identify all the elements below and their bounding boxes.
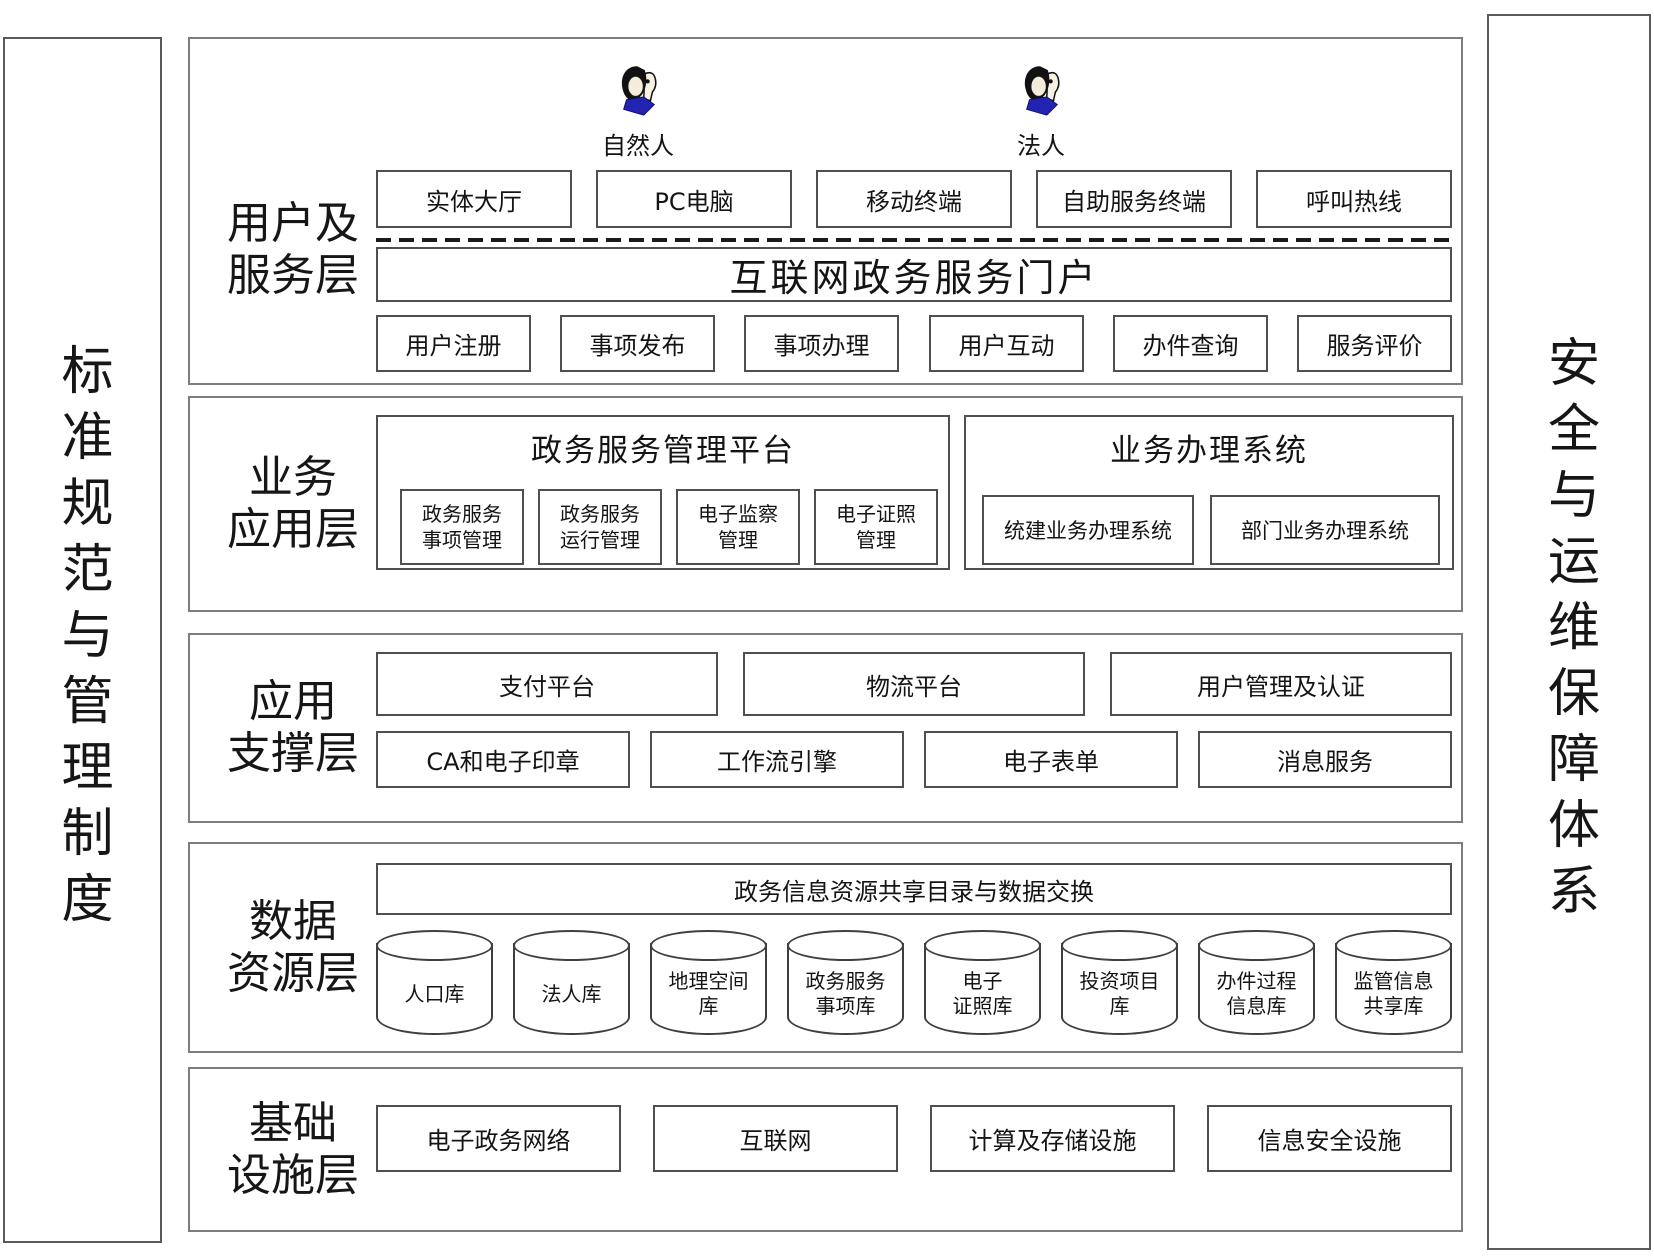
module-e-license-mgmt: 电子证照 管理 [814, 489, 938, 565]
support-payment-platform: 支付平台 [376, 652, 718, 716]
layer-data-resource: 数据 资源层 政务信息资源共享目录与数据交换 人口库 法人库 地理空间 库 政务… [188, 842, 1463, 1053]
infra-internet: 互联网 [653, 1105, 898, 1172]
group-gov-service-platform-title: 政务服务管理平台 [378, 425, 948, 470]
database-geospatial: 地理空间 库 [650, 943, 767, 1035]
module-service-operation-mgmt: 政务服务 运行管理 [538, 489, 662, 565]
support-ca-eseal: CA和电子印章 [376, 731, 630, 788]
function-user-register: 用户注册 [376, 315, 531, 372]
person-icon [1018, 64, 1064, 124]
left-sidebar-standards: 标准规范与管理制度 [3, 37, 162, 1243]
function-user-interact: 用户互动 [929, 315, 1084, 372]
internet-portal-bar: 互联网政务服务门户 [376, 247, 1452, 302]
actor-natural-person-label: 自然人 [602, 126, 674, 161]
architecture-diagram: 标准规范与管理制度 安全与运维保障体系 用户及 服务层 自然人 [0, 0, 1654, 1260]
layer-infrastructure-label: 基础 设施层 [198, 1069, 388, 1230]
group-business-systems: 业务办理系统 统建业务办理系统 部门业务办理系统 [964, 415, 1454, 570]
left-sidebar-title: 标准规范与管理制度 [45, 343, 120, 937]
database-e-license: 电子 证照库 [924, 943, 1041, 1035]
actor-natural-person: 自然人 [578, 64, 698, 161]
right-sidebar-title: 安全与运维保障体系 [1532, 335, 1607, 929]
right-sidebar-security-ops: 安全与运维保障体系 [1487, 14, 1651, 1250]
database-case-process-info: 办件过程 信息库 [1198, 943, 1315, 1035]
channel-pc: PC电脑 [596, 170, 792, 228]
support-logistics-platform: 物流平台 [743, 652, 1085, 716]
layer-infrastructure: 基础 设施层 电子政务网络 互联网 计算及存储设施 信息安全设施 [188, 1067, 1463, 1232]
module-service-item-mgmt: 政务服务 事项管理 [400, 489, 524, 565]
group-business-systems-title: 业务办理系统 [966, 425, 1452, 470]
layer-user-service: 用户及 服务层 自然人 法人 实体大厅 PC电脑 [188, 37, 1463, 385]
database-population: 人口库 [376, 943, 493, 1035]
layer-application-support-label: 应用 支撑层 [198, 635, 388, 821]
layer-business-application: 业务 应用层 政务服务管理平台 政务服务 事项管理 政务服务 运行管理 电子监察… [188, 396, 1463, 612]
support-workflow-engine: 工作流引擎 [650, 731, 904, 788]
layer-data-resource-label: 数据 资源层 [198, 844, 388, 1051]
support-user-mgmt-auth: 用户管理及认证 [1110, 652, 1452, 716]
module-department-business-system: 部门业务办理系统 [1210, 495, 1440, 565]
layer-application-support: 应用 支撑层 支付平台 物流平台 用户管理及认证 CA和电子印章 工作流引擎 电… [188, 633, 1463, 823]
infra-compute-storage: 计算及存储设施 [930, 1105, 1175, 1172]
database-legal-person: 法人库 [513, 943, 630, 1035]
function-item-handle: 事项办理 [744, 315, 899, 372]
data-exchange-bar: 政务信息资源共享目录与数据交换 [376, 863, 1452, 915]
group-gov-service-platform: 政务服务管理平台 政务服务 事项管理 政务服务 运行管理 电子监察 管理 电子证… [376, 415, 950, 570]
actor-legal-person-label: 法人 [1017, 126, 1065, 161]
channel-self-service-terminal: 自助服务终端 [1036, 170, 1232, 228]
support-message-service: 消息服务 [1198, 731, 1452, 788]
database-investment-projects: 投资项目 库 [1061, 943, 1178, 1035]
layer-user-service-label: 用户及 服务层 [198, 39, 388, 383]
infra-info-security: 信息安全设施 [1207, 1105, 1452, 1172]
person-icon [615, 64, 661, 124]
channel-physical-hall: 实体大厅 [376, 170, 572, 228]
module-unified-business-system: 统建业务办理系统 [982, 495, 1194, 565]
function-case-query: 办件查询 [1113, 315, 1268, 372]
layer-business-application-label: 业务 应用层 [198, 398, 388, 610]
module-e-supervision-mgmt: 电子监察 管理 [676, 489, 800, 565]
function-item-publish: 事项发布 [560, 315, 715, 372]
channel-mobile-terminal: 移动终端 [816, 170, 1012, 228]
channel-call-hotline: 呼叫热线 [1256, 170, 1452, 228]
database-service-items: 政务服务 事项库 [787, 943, 904, 1035]
support-e-form: 电子表单 [924, 731, 1178, 788]
infra-egov-network: 电子政务网络 [376, 1105, 621, 1172]
database-supervision-info-sharing: 监管信息 共享库 [1335, 943, 1452, 1035]
function-service-evaluate: 服务评价 [1297, 315, 1452, 372]
dashed-separator [376, 238, 1452, 242]
actor-legal-person: 法人 [981, 64, 1101, 161]
